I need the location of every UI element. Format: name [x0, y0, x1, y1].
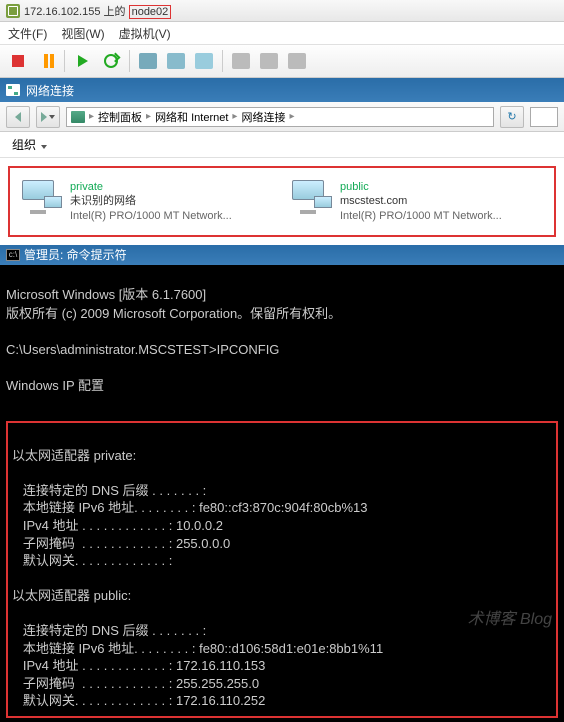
- back-button[interactable]: [6, 106, 30, 128]
- snapshot-button[interactable]: [138, 51, 158, 71]
- network-icon: [6, 84, 20, 96]
- cd-button[interactable]: [259, 51, 279, 71]
- search-input[interactable]: [530, 107, 558, 127]
- connections-list: private 未识别的网络 Intel(R) PRO/1000 MT Netw…: [8, 166, 556, 237]
- controlpanel-icon: [71, 111, 85, 123]
- connection-public[interactable]: public mscstest.com Intel(R) PRO/1000 MT…: [292, 180, 542, 223]
- snapshot-mgr-button[interactable]: [166, 51, 186, 71]
- menu-vm[interactable]: 虚拟机(V): [119, 25, 171, 42]
- vsphere-icon: [6, 4, 20, 18]
- organize-bar: 组织: [0, 132, 564, 158]
- floppy-button[interactable]: [231, 51, 251, 71]
- net-button[interactable]: [287, 51, 307, 71]
- network-connections-header: 网络连接: [0, 78, 564, 102]
- fwd-button[interactable]: [36, 106, 60, 128]
- menu-bar: 文件(F) 视图(W) 虚拟机(V): [0, 22, 564, 44]
- title-bar: 172.16.102.155 上的 node02: [0, 0, 564, 22]
- nav-bar: ▸ 控制面板 ▸ 网络和 Internet ▸ 网络连接 ▸ ↻: [0, 102, 564, 132]
- addr-refresh-button[interactable]: ↻: [500, 106, 524, 128]
- console-output: Microsoft Windows [版本 6.1.7600] 版权所有 (c)…: [0, 265, 564, 722]
- organize-button[interactable]: 组织: [12, 136, 47, 153]
- network-adapter-icon: [292, 180, 332, 214]
- cmd-title-bar: c:\ 管理员: 命令提示符: [0, 245, 564, 265]
- stop-button[interactable]: [8, 51, 28, 71]
- revert-button[interactable]: [194, 51, 214, 71]
- cmd-icon: c:\: [6, 249, 20, 261]
- refresh-button[interactable]: [101, 51, 121, 71]
- address-bar[interactable]: ▸ 控制面板 ▸ 网络和 Internet ▸ 网络连接 ▸: [66, 107, 494, 127]
- toolbar: [0, 44, 564, 78]
- connection-private[interactable]: private 未识别的网络 Intel(R) PRO/1000 MT Netw…: [22, 180, 272, 223]
- network-adapter-icon: [22, 180, 62, 214]
- window-title: 172.16.102.155 上的 node02: [24, 3, 171, 19]
- pause-button[interactable]: [36, 51, 56, 71]
- menu-view[interactable]: 视图(W): [61, 25, 104, 42]
- watermark: 术博客 Blog: [468, 605, 552, 629]
- play-button[interactable]: [73, 51, 93, 71]
- menu-file[interactable]: 文件(F): [8, 25, 47, 42]
